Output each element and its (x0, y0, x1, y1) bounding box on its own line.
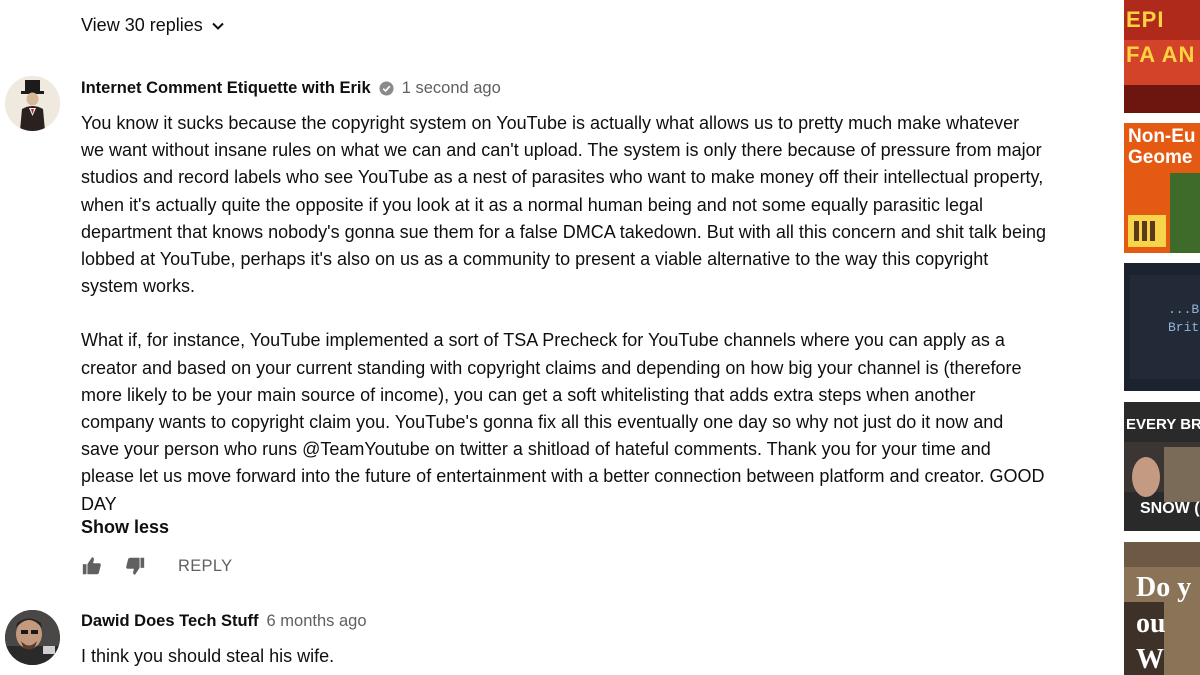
comment-paragraph: You know it sucks because the copyright … (81, 113, 1046, 297)
thumbs-down-icon[interactable] (124, 555, 146, 577)
comment-header: Dawid Does Tech Stuff 6 months ago (81, 612, 367, 631)
dawid-avatar-image (5, 610, 60, 665)
video-thumbnail[interactable]: Non-Eu Geome (1124, 123, 1200, 253)
thumbnail-title: Non-Eu Geome (1128, 126, 1196, 168)
view-replies-button[interactable]: View 30 replies (81, 15, 225, 36)
thumbnail-title: Do y ou W (1136, 572, 1192, 675)
chevron-down-icon (212, 22, 224, 30)
verified-check-icon (379, 81, 394, 96)
avatar[interactable] (5, 610, 60, 665)
thumbnail-title: EVERY BREAT (1126, 416, 1200, 433)
video-thumbnail[interactable]: Do y ou W (1124, 542, 1200, 675)
video-thumbnail[interactable]: EVERY BREAT SNOW (H (1124, 402, 1200, 531)
video-thumbnail[interactable]: EPI FA AN (1124, 0, 1200, 113)
comment-paragraph: What if, for instance, YouTube implement… (81, 330, 1045, 514)
reply-button[interactable]: REPLY (178, 557, 232, 576)
comment-timestamp[interactable]: 1 second ago (402, 79, 501, 98)
view-replies-label: View 30 replies (81, 15, 203, 35)
show-less-button[interactable]: Show less (81, 517, 169, 538)
comment-text: You know it sucks because the copyright … (81, 110, 1046, 518)
comment-header: Internet Comment Etiquette with Erik 1 s… (81, 79, 501, 98)
comment-actions: REPLY (81, 555, 232, 577)
thumbnail-subtitle: SNOW (H (1140, 500, 1200, 517)
comment-text: I think you should steal his wife. (81, 646, 335, 666)
video-thumbnail[interactable]: ...B Brit (1124, 263, 1200, 391)
comment-author[interactable]: Internet Comment Etiquette with Erik (81, 79, 371, 98)
avatar[interactable] (5, 76, 60, 131)
erik-avatar-image (5, 76, 60, 131)
comment-author[interactable]: Dawid Does Tech Stuff (81, 612, 259, 631)
thumbnail-title: EPI FA AN (1126, 7, 1196, 67)
thumbs-up-icon[interactable] (81, 555, 103, 577)
comment-timestamp[interactable]: 6 months ago (267, 612, 367, 631)
thumbnail-title: ...B Brit (1168, 302, 1200, 335)
